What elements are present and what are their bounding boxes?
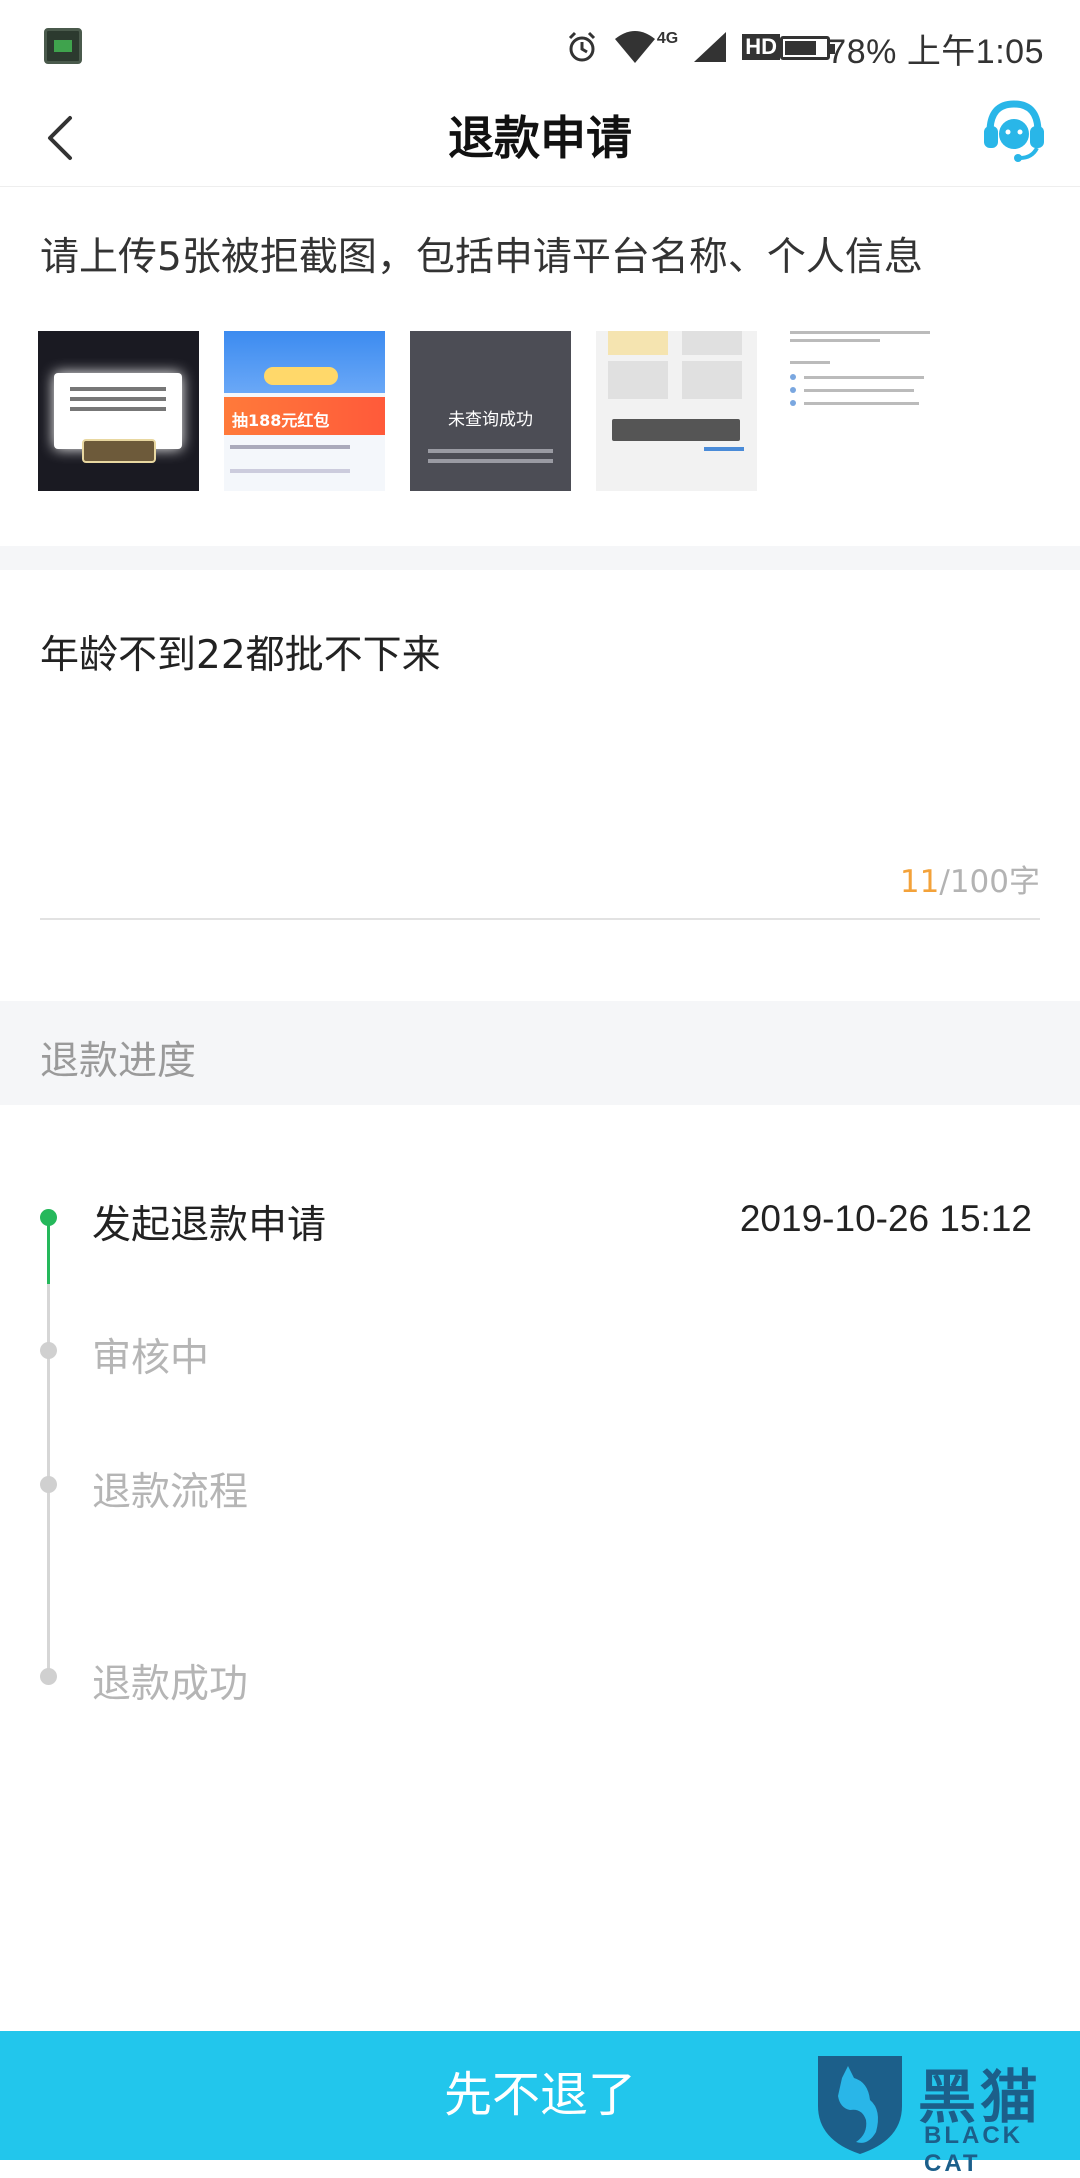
timeline-dot <box>40 1668 57 1685</box>
nav-bar: 退款申请 <box>0 90 1080 187</box>
wifi-icon <box>614 31 655 63</box>
screenshot-thumbnail[interactable]: 抽188元红包 <box>224 331 385 491</box>
step-label: 退款成功 <box>92 1662 249 1707</box>
page-title: 退款申请 <box>448 111 632 165</box>
timeline-dot-active <box>40 1209 57 1226</box>
timeline-dot <box>40 1476 57 1493</box>
screenshot-thumbnail[interactable] <box>596 331 757 491</box>
battery-icon <box>780 36 835 60</box>
status-time: 78% 上午1:05 <box>827 24 1044 73</box>
step-timestamp: 2019-10-26 15:12 <box>739 1198 1032 1239</box>
char-counter: 11/100字 <box>900 856 1040 901</box>
app-notification-icon <box>44 28 82 64</box>
thumbnail-caption: 抽188元红包 <box>232 411 330 430</box>
hd-badge: HD <box>742 34 780 60</box>
timeline-line-active <box>47 1218 50 1284</box>
customer-service-icon[interactable] <box>982 98 1046 164</box>
battery-percent: 78% <box>827 33 897 71</box>
section-divider <box>0 546 1080 570</box>
status-icons: 4G HD <box>565 26 780 68</box>
textarea-underline <box>40 918 1040 920</box>
network-type-label: 4G <box>656 30 679 47</box>
screenshot-thumbnail[interactable]: 未查询成功 <box>410 331 571 491</box>
timeline-dot <box>40 1342 57 1359</box>
step-label: 退款流程 <box>92 1470 249 1515</box>
cat-shield-logo-icon <box>818 2056 902 2154</box>
screenshot-thumbnail[interactable] <box>782 331 943 491</box>
screenshot-gallery: 抽188元红包 未查询成功 <box>38 331 943 491</box>
char-count-max: /100字 <box>939 864 1040 900</box>
upload-hint: 请上传5张被拒截图，包括申请平台名称、个人信息 <box>40 235 923 280</box>
reason-textarea[interactable]: 年龄不到22都批不下来 <box>40 624 441 680</box>
char-count-current: 11 <box>899 864 940 900</box>
watermark-en: BLACK CAT <box>924 2122 1023 2177</box>
status-bar: 4G HD 78% 上午1:05 <box>0 0 1080 90</box>
step-label: 发起退款申请 <box>92 1203 327 1248</box>
alarm-icon <box>568 31 595 62</box>
step-label: 审核中 <box>92 1336 210 1381</box>
progress-title: 退款进度 <box>40 1039 197 1084</box>
screenshot-thumbnail[interactable] <box>38 331 199 491</box>
black-cat-watermark: 黑猫 BLACK CAT <box>808 2040 1080 2177</box>
thumbnail-caption: 未查询成功 <box>448 410 533 430</box>
cellular-signal-icon <box>694 32 727 62</box>
clock: 上午1:05 <box>906 33 1044 71</box>
